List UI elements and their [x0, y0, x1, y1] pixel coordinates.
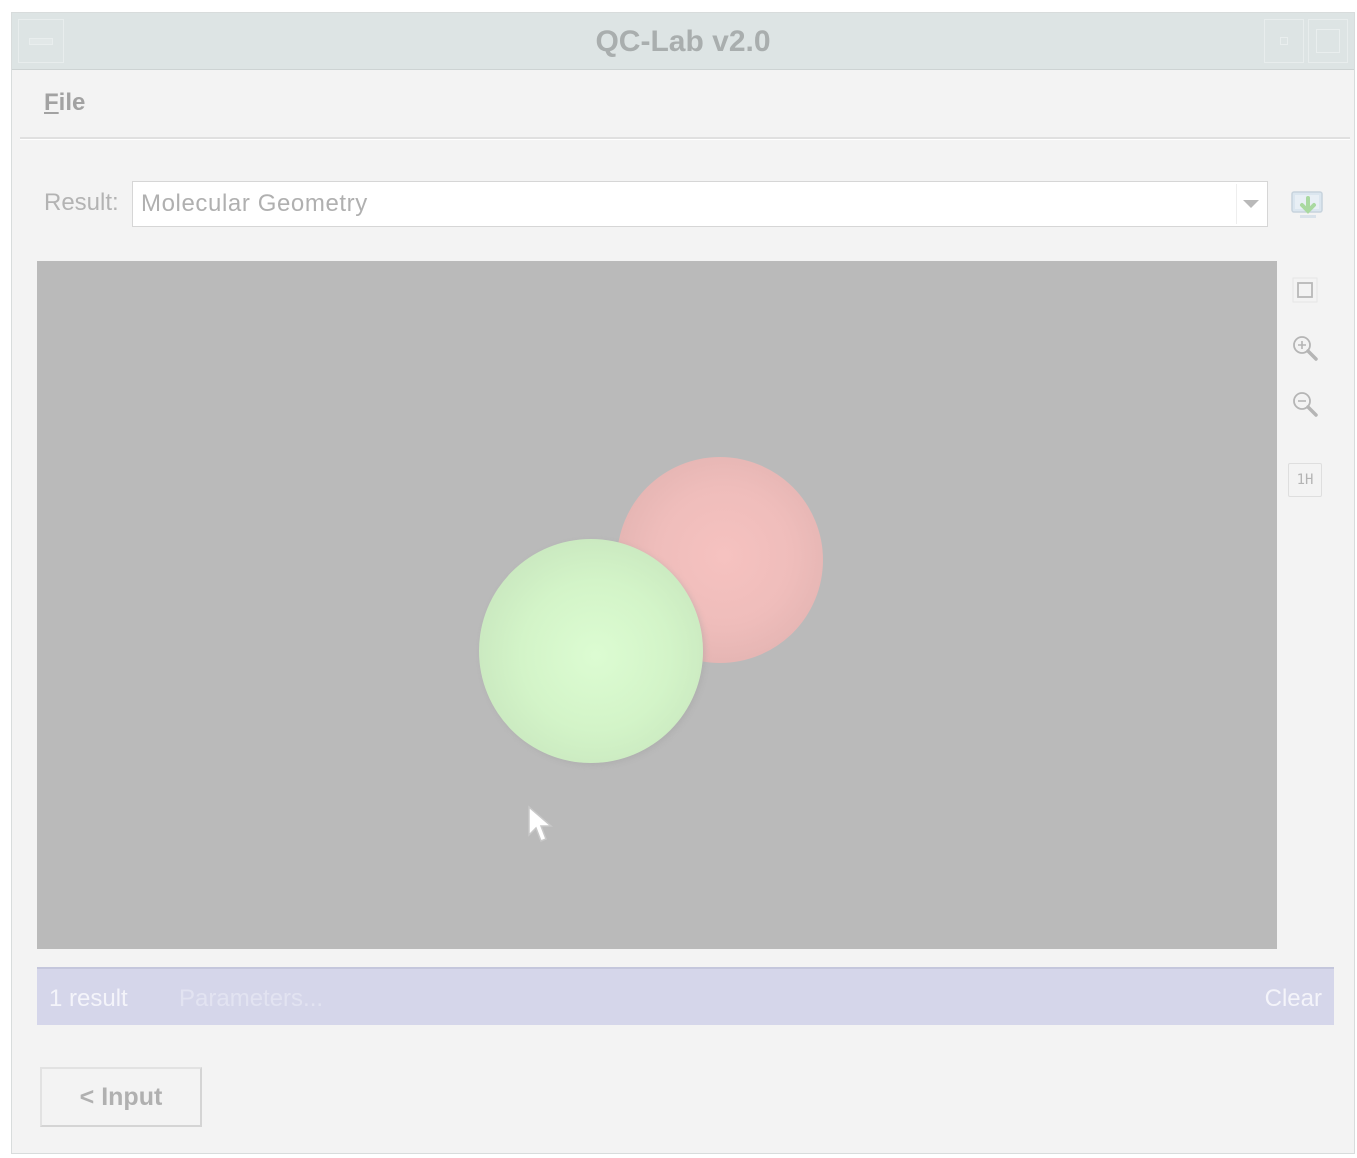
atom-hydrogen[interactable] — [479, 539, 703, 763]
result-count: 1 result — [49, 985, 128, 1012]
menu-file-mnemonic: F — [44, 89, 59, 116]
hydrogen-toggle-button[interactable]: 1H — [1288, 463, 1322, 497]
title-bar[interactable]: QC-Lab v2.0 — [12, 13, 1354, 70]
chevron-down-icon — [1243, 200, 1259, 208]
zoom-out-button[interactable] — [1288, 387, 1322, 421]
maximize-button[interactable] — [1308, 19, 1348, 63]
app-window: QC-Lab v2.0 File Result: Molecular Geome… — [11, 12, 1355, 1154]
result-select[interactable]: Molecular Geometry — [132, 181, 1268, 227]
zoom-in-button[interactable] — [1288, 331, 1322, 365]
export-button[interactable] — [1286, 185, 1330, 225]
result-label: Result: — [44, 189, 119, 216]
minimize-icon — [1280, 37, 1288, 45]
square-outline-icon — [1292, 277, 1318, 303]
window-title: QC-Lab v2.0 — [595, 25, 771, 58]
input-back-button[interactable]: < Input — [40, 1067, 202, 1127]
mouse-cursor-icon — [527, 805, 555, 850]
minimize-button[interactable] — [1264, 19, 1304, 63]
zoom-in-icon — [1293, 336, 1318, 361]
zoom-out-icon — [1293, 392, 1318, 417]
menu-file[interactable]: File — [44, 89, 85, 117]
maximize-icon — [1316, 29, 1340, 53]
menu-bar: File — [20, 71, 1350, 139]
menu-file-label: ile — [58, 89, 86, 116]
result-select-dropdown-button[interactable] — [1236, 184, 1265, 224]
fit-view-button[interactable] — [1288, 273, 1322, 307]
export-icon — [1291, 191, 1323, 218]
result-select-value: Molecular Geometry — [141, 190, 368, 217]
clear-link[interactable]: Clear — [1265, 985, 1322, 1013]
parameters-link[interactable]: Parameters... — [179, 985, 323, 1013]
molecule-viewer[interactable] — [37, 261, 1277, 949]
results-status-bar: 1 result Parameters... Clear — [37, 967, 1334, 1025]
